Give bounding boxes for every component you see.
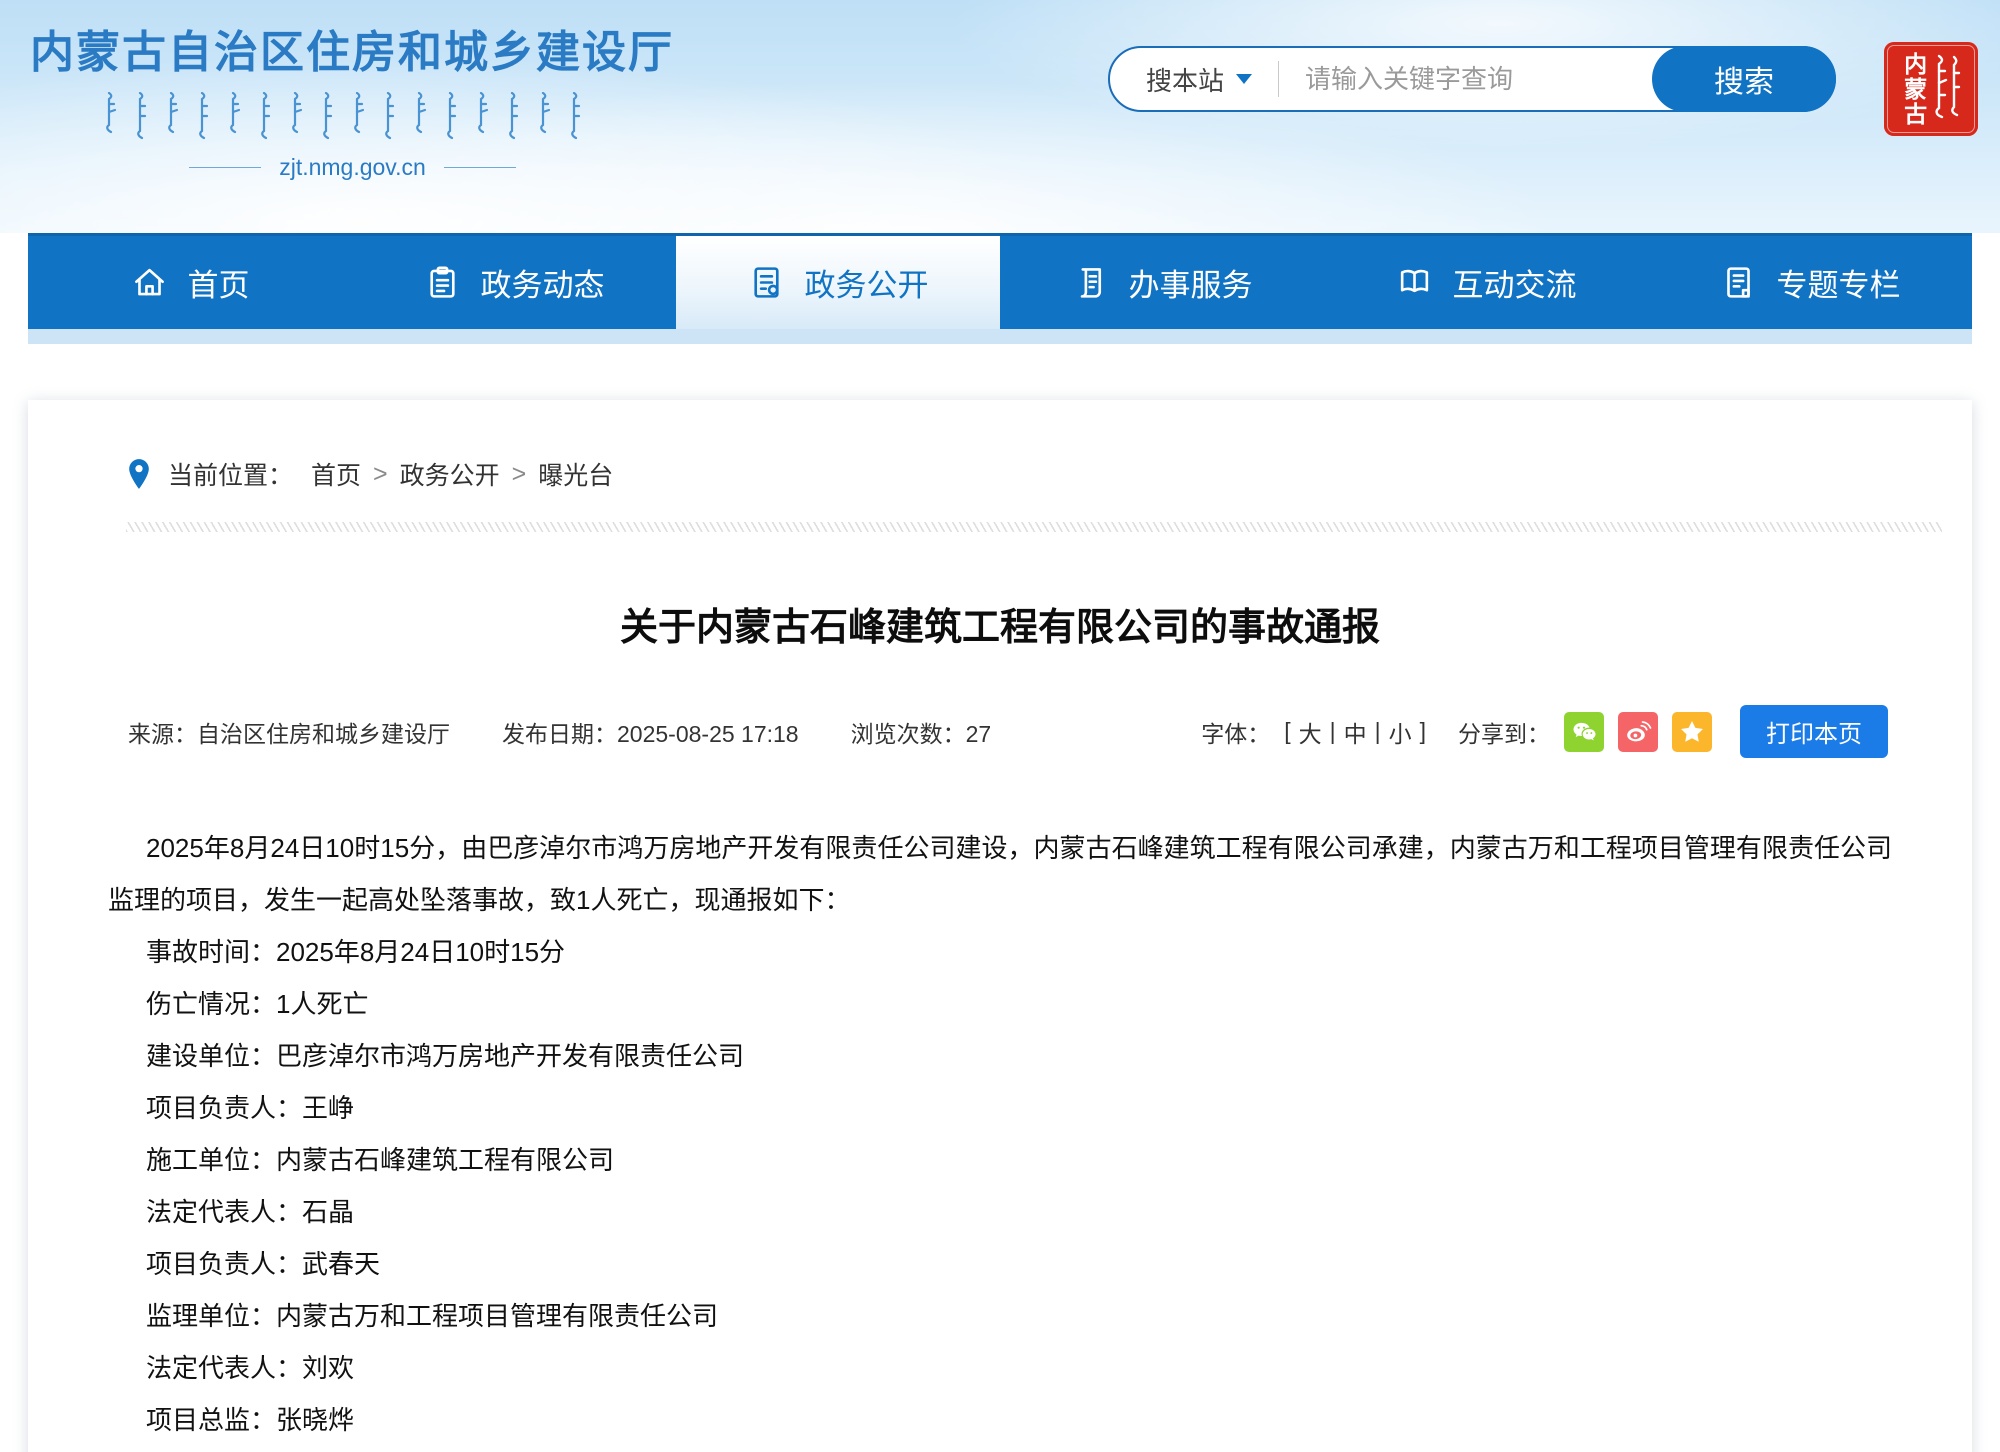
content-card: 当前位置： 首页 > 政务公开 > 曝光台 关于内蒙古石峰建筑工程有限公司的事故…: [28, 400, 1972, 1452]
weibo-icon: [1624, 718, 1652, 746]
nav-item-label: 办事服务: [1129, 260, 1253, 305]
meta-source-value: 自治区住房和城乡建设厅: [197, 721, 450, 747]
seal-mongolian-script: [1932, 53, 1962, 125]
nav-item-news[interactable]: 政务动态: [352, 236, 676, 329]
article-paragraph: 项目负责人：王峥: [108, 1082, 1892, 1134]
doc-column-icon: [1720, 264, 1757, 301]
location-pin-icon: [126, 458, 152, 490]
article-paragraph: 伤亡情况：1人死亡: [108, 978, 1892, 1030]
nav-item-special-topics[interactable]: 专题专栏: [1648, 236, 1972, 329]
meta-date-value: 2025-08-25 17:18: [617, 721, 799, 747]
wechat-icon: [1570, 718, 1598, 746]
inner-mongolia-seal-icon: 内蒙古: [1884, 42, 1978, 136]
nav-item-services[interactable]: 办事服务: [1000, 236, 1324, 329]
doc-badge-icon: [748, 264, 785, 301]
site-url-row: zjt.nmg.gov.cn: [189, 154, 516, 181]
search-input[interactable]: [1305, 64, 1635, 95]
breadcrumb-item-home[interactable]: 首页: [311, 456, 361, 492]
share-weibo-button[interactable]: [1618, 712, 1658, 752]
site-logo: 内蒙古自治区住房和城乡建设厅 zjt.nmg.gov.cn: [30, 16, 675, 181]
search-button[interactable]: 搜索: [1652, 46, 1836, 112]
search-scope-label: 搜本站: [1146, 61, 1224, 98]
share-label: 分享到：: [1458, 715, 1550, 749]
url-line-left: [189, 167, 261, 168]
font-size-medium[interactable]: 中: [1344, 715, 1367, 749]
meta-source: 来源：自治区住房和城乡建设厅: [128, 715, 450, 749]
font-size-separator: |: [1375, 718, 1381, 745]
nav-item-label: 政务公开: [805, 260, 929, 305]
meta-source-label: 来源：: [128, 721, 197, 747]
font-size-label: 字体：: [1201, 715, 1270, 749]
meta-views: 浏览次数：27: [851, 715, 992, 749]
breadcrumb-item-disclosure[interactable]: 政务公开: [400, 456, 500, 492]
site-title: 内蒙古自治区住房和城乡建设厅: [30, 16, 674, 80]
article-paragraph: 事故时间：2025年8月24日10时15分: [108, 926, 1892, 978]
article-paragraph: 项目负责人：武春天: [108, 1238, 1892, 1290]
font-size-widget: [ 大 | 中 | 小 ]: [1284, 715, 1426, 749]
meta-views-value: 27: [966, 721, 992, 747]
qzone-star-icon: [1678, 718, 1706, 746]
meta-date: 发布日期：2025-08-25 17:18: [502, 715, 799, 749]
share-qzone-button[interactable]: [1672, 712, 1712, 752]
site-header: 内蒙古自治区住房和城乡建设厅 zjt.nmg.gov.cn 搜本站 搜索: [0, 0, 2000, 233]
article-paragraph: 项目总监：张晓烨: [108, 1394, 1892, 1446]
page-title: 关于内蒙古石峰建筑工程有限公司的事故通报: [28, 596, 1972, 651]
open-book-icon: [1396, 264, 1433, 301]
font-bracket-open: [: [1284, 718, 1290, 745]
nav-item-label: 首页: [188, 260, 250, 305]
site-url: zjt.nmg.gov.cn: [279, 154, 426, 181]
article-body: 2025年8月24日10时15分，由巴彦淖尔市鸿万房地产开发有限责任公司建设，内…: [108, 822, 1892, 1446]
search-divider: [1278, 61, 1279, 97]
hatched-divider: [126, 522, 1942, 532]
url-line-right: [444, 167, 516, 168]
article-paragraph: 建设单位：巴彦淖尔市鸿万房地产开发有限责任公司: [108, 1030, 1892, 1082]
mongolian-script-decoration: [103, 92, 603, 140]
nav-item-home[interactable]: 首页: [28, 236, 352, 329]
seal-text: 内蒙古: [1900, 52, 1925, 127]
breadcrumb-separator: >: [512, 460, 527, 489]
meta-views-label: 浏览次数：: [851, 721, 966, 747]
search-bar: 搜本站 搜索: [1108, 46, 1836, 112]
nav-item-label: 政务动态: [481, 260, 605, 305]
article-meta-right: 字体： [ 大 | 中 | 小 ] 分享到：: [1201, 705, 1888, 758]
print-page-button[interactable]: 打印本页: [1740, 705, 1888, 758]
article-meta-row: 来源：自治区住房和城乡建设厅 发布日期：2025-08-25 17:18 浏览次…: [128, 705, 1888, 758]
nav-bottom-strip: [28, 329, 1972, 344]
breadcrumb-label: 当前位置：: [168, 456, 293, 492]
article-paragraph: 监理单位：内蒙古万和工程项目管理有限责任公司: [108, 1290, 1892, 1342]
chevron-down-icon: [1236, 74, 1252, 84]
scroll-icon: [1072, 264, 1109, 301]
article-paragraph: 施工单位：内蒙古石峰建筑工程有限公司: [108, 1134, 1892, 1186]
nav-item-disclosure[interactable]: 政务公开: [676, 236, 1000, 329]
font-size-small[interactable]: 小: [1389, 715, 1412, 749]
font-size-separator: |: [1330, 718, 1336, 745]
nav-item-interaction[interactable]: 互动交流: [1324, 236, 1648, 329]
search-pill: 搜本站 搜索: [1108, 46, 1836, 112]
article-paragraph: 法定代表人：刘欢: [108, 1342, 1892, 1394]
font-bracket-close: ]: [1420, 718, 1426, 745]
home-icon: [131, 264, 168, 301]
article-meta-left: 来源：自治区住房和城乡建设厅 发布日期：2025-08-25 17:18 浏览次…: [128, 715, 991, 749]
share-wechat-button[interactable]: [1564, 712, 1604, 752]
nav-item-label: 互动交流: [1453, 260, 1577, 305]
font-size-large[interactable]: 大: [1299, 715, 1322, 749]
breadcrumb-separator: >: [373, 460, 388, 489]
nav-item-label: 专题专栏: [1777, 260, 1901, 305]
breadcrumb: 当前位置： 首页 > 政务公开 > 曝光台: [126, 456, 1972, 492]
article-paragraph: 法定代表人：石晶: [108, 1186, 1892, 1238]
search-scope-dropdown[interactable]: 搜本站: [1146, 61, 1252, 98]
article-paragraph: 2025年8月24日10时15分，由巴彦淖尔市鸿万房地产开发有限责任公司建设，内…: [108, 822, 1892, 926]
breadcrumb-item-exposure[interactable]: 曝光台: [538, 456, 613, 492]
meta-date-label: 发布日期：: [502, 721, 617, 747]
main-nav: 首页 政务动态 政务公开 办事服务 互动交流 专题专栏: [28, 233, 1972, 329]
clipboard-icon: [424, 264, 461, 301]
